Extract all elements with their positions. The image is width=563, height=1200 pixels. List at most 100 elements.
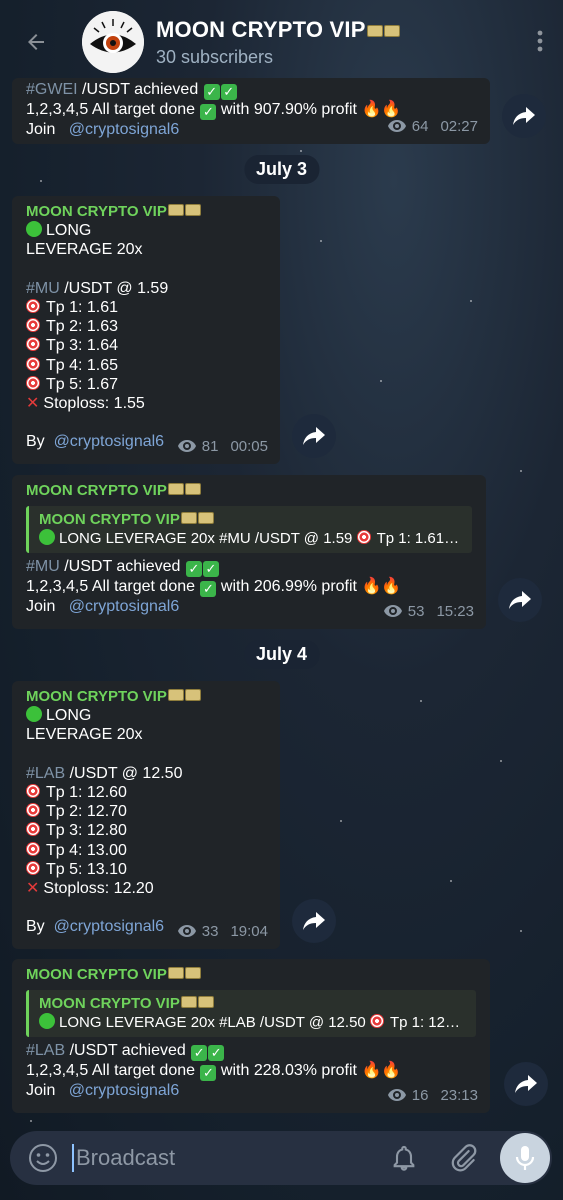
- message-input-bar: Broadcast: [10, 1131, 552, 1185]
- message-text: /USDT @ 12.50: [65, 764, 183, 782]
- message-bubble[interactable]: MOON CRYPTO VIP LONG LEVERAGE 20x #LAB /…: [12, 681, 280, 949]
- message-meta: 81 00:05: [177, 437, 268, 456]
- message-text: Join: [26, 597, 56, 615]
- text-cursor: [72, 1144, 74, 1172]
- message-text: Tp 5: 1.67: [46, 375, 119, 393]
- message-text: By: [26, 433, 45, 451]
- message-text: LONG: [46, 222, 92, 240]
- message-text: 1,2,3,4,5 All target done: [26, 101, 196, 118]
- message-bubble[interactable]: MOON CRYPTO VIP LONG LEVERAGE 20x #MU /U…: [12, 196, 280, 464]
- date-separator: July 4: [243, 640, 320, 669]
- green-circle-icon: [26, 221, 42, 238]
- eye-icon: [383, 605, 402, 618]
- broadcast-input[interactable]: Broadcast: [76, 1145, 175, 1171]
- view-count: 81: [201, 437, 219, 455]
- message-time: 19:04: [230, 922, 268, 940]
- message-text: 1,2,3,4,5 All target done: [26, 1061, 196, 1079]
- message-meta: 33 19:04: [177, 922, 268, 941]
- view-count: 53: [407, 602, 425, 620]
- mention-link[interactable]: @cryptosignal6: [69, 121, 180, 138]
- sender-name: MOON CRYPTO VIP: [26, 687, 266, 706]
- message-text: Stoploss: 12.20: [43, 880, 154, 898]
- message-text: Tp 3: 1.64: [46, 337, 119, 355]
- message-text: with 907.90% profit: [216, 101, 357, 118]
- message-text: Join: [26, 121, 56, 138]
- forward-share-icon[interactable]: [498, 578, 542, 622]
- cross-icon: ✕: [26, 880, 40, 898]
- emoji-icon[interactable]: [28, 1143, 58, 1173]
- message-text: Tp 5: 13.10: [46, 860, 127, 878]
- target-icon: [26, 841, 40, 856]
- message-text: /USDT achieved: [77, 81, 199, 98]
- hashtag: #GWEI: [26, 81, 78, 98]
- back-arrow-icon[interactable]: [18, 24, 54, 60]
- channel-avatar[interactable]: [82, 11, 144, 73]
- forward-share-icon[interactable]: [292, 414, 336, 458]
- message-time: 15:23: [436, 602, 474, 620]
- reply-text: LONG LEVERAGE 20x #LAB /USDT @ 12.50 Tp …: [39, 1013, 466, 1032]
- sender-name: MOON CRYPTO VIP: [26, 481, 472, 500]
- microphone-icon[interactable]: [500, 1133, 550, 1183]
- message-text: By: [26, 918, 45, 936]
- message-bubble[interactable]: #GWEI /USDT achieved ✓ ✓ 1,2,3,4,5 All ta…: [12, 78, 490, 144]
- message-text: 1,2,3,4,5 All target done: [26, 577, 196, 595]
- message-bubble[interactable]: MOON CRYPTO VIP MOON CRYPTO VIP LONG LEV…: [12, 959, 490, 1113]
- message-bubble[interactable]: MOON CRYPTO VIP MOON CRYPTO VIP LONG LEV…: [12, 475, 486, 629]
- target-icon: [26, 356, 40, 371]
- message-text: with 206.99% profit: [216, 577, 357, 595]
- message-text: Stoploss: 1.55: [43, 395, 145, 413]
- channel-title: MOON CRYPTO VIP: [156, 17, 400, 43]
- message-text: /USDT @ 1.59: [59, 279, 169, 297]
- forward-share-icon[interactable]: [292, 899, 336, 943]
- eye-icon: [387, 1089, 406, 1102]
- forward-share-icon[interactable]: [502, 94, 546, 138]
- mention-link[interactable]: @cryptosignal6: [69, 598, 180, 615]
- message-text: /USDT achieved: [65, 1041, 186, 1059]
- reply-preview[interactable]: MOON CRYPTO VIP LONG LEVERAGE 20x #LAB /…: [26, 990, 476, 1037]
- target-icon: [26, 337, 40, 352]
- forward-share-icon[interactable]: [504, 1062, 548, 1106]
- message-meta: 53 15:23: [383, 602, 474, 621]
- mention-link[interactable]: @cryptosignal6: [69, 1082, 180, 1099]
- message-text: LEVERAGE 20x: [26, 241, 143, 259]
- sender-name: MOON CRYPTO VIP: [26, 965, 476, 984]
- paperclip-icon[interactable]: [448, 1143, 478, 1178]
- message-time: 23:13: [440, 1086, 478, 1104]
- message-text: Tp 4: 13.00: [46, 841, 127, 859]
- message-text: Tp 4: 1.65: [46, 356, 119, 374]
- reply-sender: MOON CRYPTO VIP: [39, 510, 462, 529]
- message-text: Join: [26, 1081, 56, 1099]
- message-time: 02:27: [440, 117, 478, 135]
- mention-link[interactable]: @cryptosignal6: [54, 433, 165, 450]
- target-icon: [26, 299, 40, 314]
- target-icon: [26, 375, 40, 390]
- mention-link[interactable]: @cryptosignal6: [54, 918, 165, 935]
- eye-icon: [177, 440, 196, 453]
- more-vertical-icon[interactable]: [537, 30, 543, 57]
- view-count: 16: [411, 1086, 429, 1104]
- hashtag[interactable]: #MU: [26, 280, 60, 297]
- view-count: 33: [201, 922, 219, 940]
- target-icon: [26, 822, 40, 837]
- bell-icon[interactable]: [390, 1144, 418, 1177]
- sender-name: MOON CRYPTO VIP: [26, 202, 266, 221]
- view-count: 64: [411, 117, 429, 135]
- message-text: Tp 2: 12.70: [46, 803, 127, 821]
- message-meta: 16 23:13: [387, 1086, 478, 1105]
- message-meta: 64 02:27: [387, 117, 478, 136]
- message-time: 00:05: [230, 437, 268, 455]
- eye-icon: [177, 925, 196, 938]
- message-text: /USDT achieved: [59, 557, 181, 575]
- hashtag[interactable]: #MU: [26, 558, 60, 575]
- message-text: with 228.03% profit: [216, 1061, 357, 1079]
- target-icon: [26, 860, 40, 875]
- hashtag[interactable]: #LAB: [26, 1042, 65, 1059]
- green-circle-icon: [26, 706, 42, 723]
- target-icon: [26, 318, 40, 333]
- reply-preview[interactable]: MOON CRYPTO VIP LONG LEVERAGE 20x #MU /U…: [26, 506, 472, 553]
- hashtag[interactable]: #LAB: [26, 765, 65, 782]
- target-icon: [26, 784, 40, 799]
- eye-icon: [387, 120, 406, 133]
- subscriber-count: 30 subscribers: [156, 46, 274, 67]
- message-text: Tp 3: 12.80: [46, 822, 127, 840]
